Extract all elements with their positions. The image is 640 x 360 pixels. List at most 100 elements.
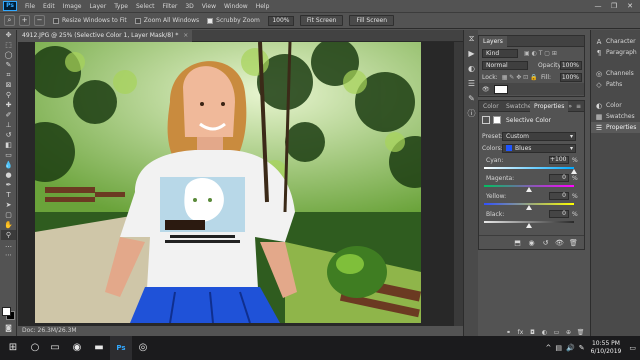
history-icon[interactable]: ⧖ [465, 33, 478, 45]
zoom-percent-field[interactable]: 100% [267, 15, 294, 26]
gradient-tool-icon[interactable]: ▭ [1, 150, 16, 160]
dock-color[interactable]: ◐ Color [591, 100, 640, 111]
menu-help[interactable]: Help [252, 3, 274, 10]
menu-view[interactable]: View [198, 3, 220, 10]
menu-layer[interactable]: Layer [85, 3, 110, 10]
frame-tool-icon[interactable]: ⊠ [1, 80, 16, 90]
marquee-tool-icon[interactable]: ⬚ [1, 40, 16, 50]
layer-filter-icons[interactable]: ▣ ◐ T ▢ ⊞ [524, 50, 557, 57]
opacity-field[interactable]: 100% [560, 60, 582, 70]
image-canvas[interactable] [35, 42, 421, 323]
dock-properties[interactable]: ☰ Properties [591, 122, 640, 133]
delete-icon[interactable]: 🗑 [569, 239, 578, 247]
adjustments-icon[interactable]: ◐ [465, 63, 478, 75]
chevron-up-icon[interactable]: ^ [546, 344, 552, 352]
toggle-visibility-icon[interactable]: 👁 [555, 239, 564, 247]
dodge-tool-icon[interactable]: ● [1, 170, 16, 180]
app-taskbar-icon[interactable]: ◎ [132, 336, 154, 360]
colors-dropdown[interactable]: Blues ▾ [502, 143, 576, 153]
healing-brush-tool-icon[interactable]: ✚ [1, 100, 16, 110]
shape-tool-icon[interactable]: ▢ [1, 210, 16, 220]
info-icon[interactable]: ⓘ [465, 108, 478, 120]
layer-row[interactable]: 👁 [479, 83, 584, 95]
history-brush-tool-icon[interactable]: ↺ [1, 130, 16, 140]
clone-stamp-tool-icon[interactable]: ⊥ [1, 120, 16, 130]
layer-kind-dropdown[interactable]: Kind [482, 48, 518, 58]
menu-edit[interactable]: Edit [39, 3, 59, 10]
new-adjustment-icon[interactable]: ◐ [540, 329, 549, 336]
collapse-panel-icon[interactable]: » [568, 101, 572, 112]
dock-swatches[interactable]: ▦ Swatches [591, 111, 640, 122]
slider-thumb[interactable] [526, 223, 532, 228]
menu-type[interactable]: Type [110, 3, 132, 10]
menu-image[interactable]: Image [59, 3, 86, 10]
minimize-icon[interactable]: — [590, 0, 606, 12]
link-layers-icon[interactable]: ⚭ [504, 329, 513, 336]
actions-icon[interactable]: ▶ [465, 48, 478, 60]
quick-select-tool-icon[interactable]: ✎ [1, 60, 16, 70]
brush-settings-icon[interactable]: ✎ [465, 93, 478, 105]
brush-tool-icon[interactable]: ✐ [1, 110, 16, 120]
restore-icon[interactable]: ❐ [606, 0, 622, 12]
windows-start-icon[interactable]: ⊞ [0, 336, 26, 360]
libraries-icon[interactable]: ☰ [465, 78, 478, 90]
crop-tool-icon[interactable]: ⌗ [1, 70, 16, 80]
zoom-all-windows-checkbox[interactable]: Zoom All Windows [134, 17, 199, 24]
clock[interactable]: 10:55 PM 6/10/2019 [591, 340, 622, 356]
dock-channels[interactable]: ◎ Channels [591, 68, 640, 79]
slider-track[interactable] [484, 167, 574, 169]
document-tab[interactable]: 4912.JPG @ 25% (Selective Color 1, Layer… [18, 30, 193, 42]
menu-file[interactable]: File [21, 3, 39, 10]
reset-icon[interactable]: ↺ [541, 239, 550, 247]
scrubby-zoom-checkbox[interactable]: Scrubby Zoom [207, 17, 260, 24]
type-tool-icon[interactable]: T [1, 190, 16, 200]
layer-visibility-icon[interactable]: 👁 [482, 86, 490, 93]
blur-tool-icon[interactable]: 💧 [1, 160, 16, 170]
menu-window[interactable]: Window [220, 3, 252, 10]
close-icon[interactable]: ✕ [622, 0, 638, 12]
fit-screen-button[interactable]: Fit Screen [299, 15, 344, 26]
add-mask-icon[interactable]: ◘ [528, 329, 537, 336]
slider-value-field[interactable]: +100 [549, 156, 569, 164]
preset-dropdown[interactable]: Custom ▾ [502, 131, 576, 141]
menu-select[interactable]: Select [132, 3, 159, 10]
eraser-tool-icon[interactable]: ◧ [1, 140, 16, 150]
tab-color[interactable]: Color [479, 101, 503, 112]
zoom-out-icon[interactable]: − [34, 15, 45, 26]
fill-screen-button[interactable]: Fill Screen [349, 15, 395, 26]
tab-layers[interactable]: Layers [479, 36, 507, 47]
clip-to-layer-icon[interactable]: ⬒ [513, 239, 522, 247]
dock-character[interactable]: A Character [591, 36, 640, 47]
tab-properties[interactable]: Properties [530, 101, 569, 112]
document-scrollbar[interactable] [454, 42, 463, 326]
blend-mode-dropdown[interactable]: Normal [482, 60, 528, 70]
edit-toolbar-icon[interactable]: ⋯ [1, 250, 16, 260]
file-explorer-icon[interactable]: ▬ [88, 336, 110, 360]
fill-field[interactable]: 100% [560, 72, 582, 82]
panel-menu-icon[interactable]: ≡ [576, 101, 581, 112]
more-tools-icon[interactable]: … [1, 240, 16, 250]
tab-close-icon[interactable]: × [183, 32, 188, 39]
path-select-tool-icon[interactable]: ➤ [1, 200, 16, 210]
notifications-icon[interactable]: ▭ [629, 344, 636, 352]
mask-icon[interactable] [493, 116, 501, 124]
menu-filter[interactable]: Filter [159, 3, 182, 10]
slider-value-field[interactable]: 0 [549, 210, 569, 218]
volume-icon[interactable]: 🔊 [566, 344, 575, 352]
language-icon[interactable]: ✎ [579, 344, 585, 352]
slider-value-field[interactable]: 0 [549, 192, 569, 200]
task-view-icon[interactable]: ▭ [44, 336, 66, 360]
dock-paragraph[interactable]: ¶ Paragraph [591, 47, 640, 58]
pen-tool-icon[interactable]: ✒ [1, 180, 16, 190]
chrome-icon[interactable]: ◉ [66, 336, 88, 360]
quick-mask-icon[interactable]: ◙ [1, 323, 16, 333]
lock-icons[interactable]: ▦ ✎ ✥ ⊡ 🔒 [502, 74, 538, 81]
zoom-tool-icon[interactable]: ⌕ [4, 15, 15, 26]
fx-icon[interactable]: fx [516, 329, 525, 336]
photoshop-taskbar-icon[interactable]: Ps [110, 336, 132, 360]
new-group-icon[interactable]: ▭ [552, 329, 561, 336]
hand-tool-icon[interactable]: ✋ [1, 220, 16, 230]
view-previous-icon[interactable]: ◉ [527, 239, 536, 247]
foreground-color-swatch[interactable] [2, 307, 11, 316]
eyedropper-tool-icon[interactable]: ⚲ [1, 90, 16, 100]
